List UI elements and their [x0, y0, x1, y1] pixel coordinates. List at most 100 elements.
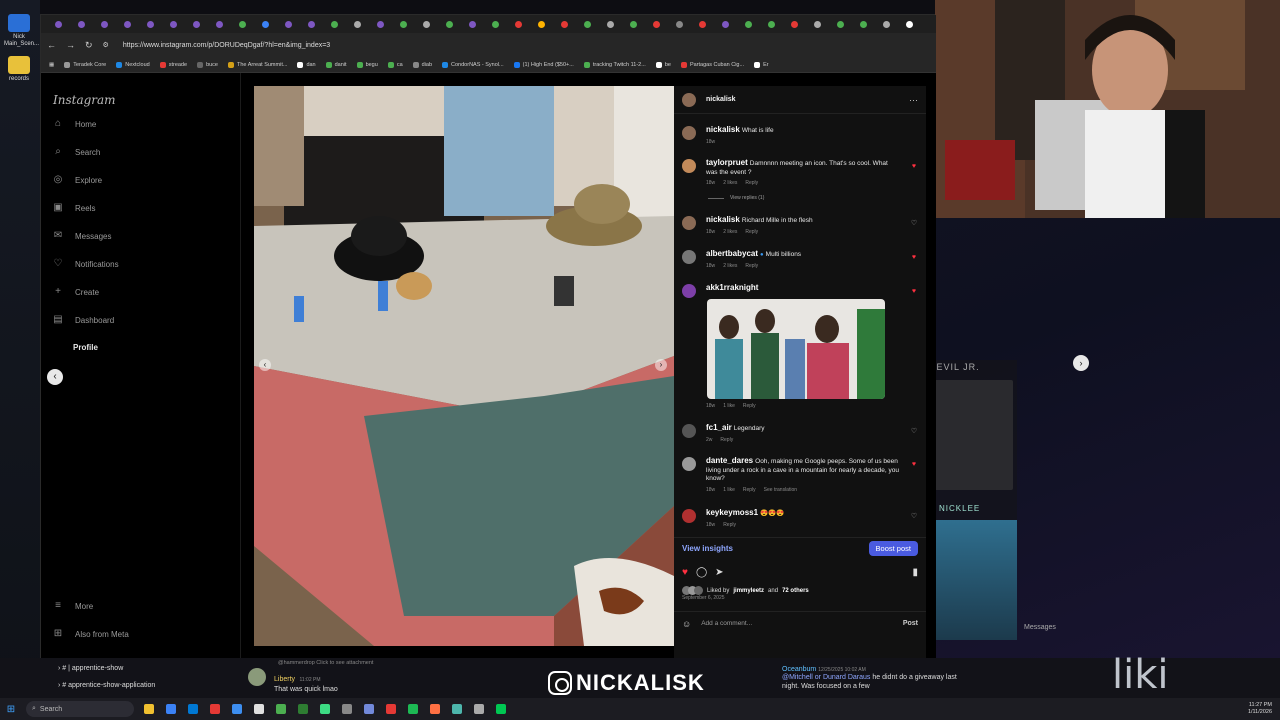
browser-tab[interactable]	[645, 17, 668, 31]
desktop-icon-records[interactable]: records	[4, 56, 34, 83]
taskbar-app[interactable]	[358, 698, 380, 720]
browser-tab[interactable]	[829, 17, 852, 31]
browser-tab[interactable]	[116, 17, 139, 31]
reply-link[interactable]: Reply	[720, 436, 733, 445]
taskbar-app[interactable]	[226, 698, 248, 720]
avatar[interactable]	[682, 457, 696, 471]
comment-like-icon[interactable]: ♡	[910, 513, 918, 529]
comment-username[interactable]: albertbabycat	[706, 249, 758, 258]
comment-like-icon[interactable]: ♥	[910, 163, 918, 188]
bookmark-item[interactable]: dan	[297, 61, 316, 68]
reply-link[interactable]: Reply	[745, 262, 758, 271]
post-photo[interactable]	[254, 86, 674, 646]
desktop-icon-nick-main-scene[interactable]: Nick Main_Scen...	[4, 14, 39, 48]
taskbar-app[interactable]	[270, 698, 292, 720]
share-icon[interactable]: ➤	[715, 567, 723, 578]
liked-by-others[interactable]: 72 others	[782, 588, 809, 594]
comment-like-icon[interactable]: ♥	[910, 461, 918, 494]
post-author[interactable]: nickalisk	[706, 96, 736, 103]
avatar[interactable]	[682, 509, 696, 523]
browser-tab[interactable]	[323, 17, 346, 31]
nav-reels[interactable]: ▣ Reels	[53, 203, 95, 213]
browser-tab[interactable]	[346, 17, 369, 31]
reply-link[interactable]: Reply	[743, 402, 756, 411]
apps-icon[interactable]: ▦	[49, 62, 54, 68]
view-replies-link[interactable]: View replies (1)	[708, 195, 764, 201]
browser-tab[interactable]	[369, 17, 392, 31]
browser-tab[interactable]	[438, 17, 461, 31]
back-icon[interactable]: ←	[47, 40, 56, 50]
browser-tab[interactable]	[691, 17, 714, 31]
boost-post-button[interactable]: Boost post	[868, 541, 918, 556]
avatar[interactable]	[682, 284, 696, 298]
comment-username[interactable]: taylorpruet	[706, 158, 748, 167]
nav-create[interactable]: + Create	[53, 287, 99, 297]
previous-post-button[interactable]: ‹	[47, 369, 63, 385]
browser-tab[interactable]	[254, 17, 277, 31]
save-icon[interactable]: ▮	[912, 567, 918, 578]
view-insights-link[interactable]: View insights	[682, 544, 733, 553]
taskbar-app[interactable]	[490, 698, 512, 720]
nav-more[interactable]: ≡ More	[53, 601, 93, 611]
taskbar-app[interactable]	[248, 698, 270, 720]
discord-channel-apprentice-show-application[interactable]: › # apprentice-show-application	[58, 682, 155, 689]
reload-icon[interactable]: ↻	[85, 40, 93, 51]
browser-tab[interactable]	[208, 17, 231, 31]
bookmark-item[interactable]: Partagas Cuban Cig...	[680, 61, 744, 68]
browser-tab[interactable]	[875, 17, 898, 31]
browser-tab[interactable]	[622, 17, 645, 31]
comment-icon[interactable]: ◯	[696, 567, 707, 578]
browser-tab[interactable]	[530, 17, 553, 31]
instagram-logo[interactable]: Instagram	[53, 93, 116, 107]
forward-icon[interactable]: →	[66, 40, 75, 50]
comment-username[interactable]: fc1_air	[706, 423, 732, 432]
taskbar-app[interactable]	[204, 698, 226, 720]
emoji-icon[interactable]: ☺	[682, 619, 691, 629]
bookmark-item[interactable]: danit	[325, 61, 347, 68]
comment-like-icon[interactable]: ♡	[910, 220, 918, 236]
browser-tab[interactable]	[300, 17, 323, 31]
nav-also-from-meta[interactable]: ⊞ Also from Meta	[53, 629, 129, 639]
comment-meta[interactable]: 2 likes	[723, 228, 737, 237]
photo-next-button[interactable]: ›	[655, 359, 667, 371]
taskbar-app[interactable]	[314, 698, 336, 720]
comment-meta[interactable]: 2 likes	[723, 179, 737, 188]
comment-meta[interactable]: 1 like	[723, 402, 735, 411]
browser-tab[interactable]	[599, 17, 622, 31]
bookmark-item[interactable]: Nextcloud	[116, 61, 150, 68]
reply-link[interactable]: Reply	[743, 486, 756, 495]
browser-tab[interactable]	[93, 17, 116, 31]
taskbar-app[interactable]	[424, 698, 446, 720]
browser-tab[interactable]	[47, 17, 70, 31]
bookmark-item[interactable]: be	[655, 61, 671, 68]
avatar[interactable]	[682, 92, 696, 107]
browser-tab[interactable]	[70, 17, 93, 31]
browser-tab[interactable]	[507, 17, 530, 31]
bookmark-item[interactable]: The Arreat Summit...	[228, 61, 287, 68]
browser-tab[interactable]	[461, 17, 484, 31]
comment-meta[interactable]: 2 likes	[723, 262, 737, 271]
browser-tab[interactable]	[392, 17, 415, 31]
comment-like-icon[interactable]: ♥	[910, 254, 918, 270]
nav-dashboard[interactable]: ▤ Dashboard	[53, 315, 114, 325]
post-button[interactable]: Post	[903, 620, 918, 627]
see-translation-link[interactable]: See translation	[764, 486, 797, 495]
nav-messages[interactable]: ✉ Messages	[53, 231, 112, 241]
taskbar-app[interactable]	[336, 698, 358, 720]
discord-channel-apprentice-show[interactable]: › # | apprentice-show	[58, 665, 123, 672]
taskbar-app[interactable]	[292, 698, 314, 720]
comment-meta[interactable]: 1 like	[723, 486, 735, 495]
liked-by-user[interactable]: jimmyleetz	[733, 588, 764, 594]
bookmark-item[interactable]: Teradek Core	[64, 61, 106, 68]
browser-tab[interactable]	[576, 17, 599, 31]
bookmark-item[interactable]: Er	[754, 61, 769, 68]
browser-tab[interactable]	[852, 17, 875, 31]
comment-like-icon[interactable]: ♡	[910, 428, 918, 444]
browser-tab[interactable]	[185, 17, 208, 31]
comment-username[interactable]: nickalisk	[706, 125, 740, 134]
browser-tab[interactable]	[415, 17, 438, 31]
bookmark-item[interactable]: CondorNAS - Synol...	[442, 61, 504, 68]
browser-tab[interactable]	[553, 17, 576, 31]
comment-gif[interactable]	[707, 299, 885, 399]
next-post-button[interactable]: ›	[1073, 355, 1089, 371]
